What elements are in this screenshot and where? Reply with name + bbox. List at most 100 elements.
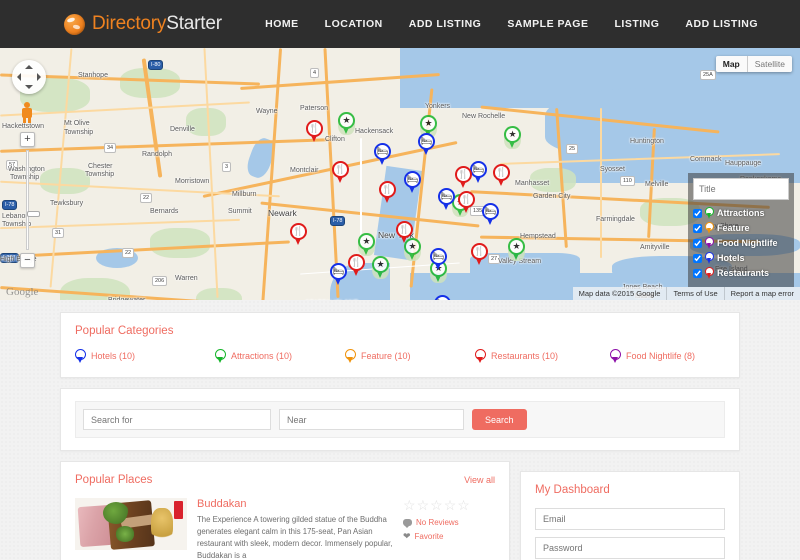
street-view-pegman-icon[interactable] — [20, 102, 34, 124]
rating-stars[interactable]: ☆ ☆ ☆ ☆ ☆ — [403, 498, 495, 512]
legend-checkbox[interactable] — [693, 238, 702, 248]
hotel-marker-icon[interactable]: 🛏 — [482, 203, 499, 226]
reviews-row[interactable]: No Reviews — [403, 518, 495, 528]
place-meta: ☆ ☆ ☆ ☆ ☆ No Reviews ❤ Favorite — [403, 498, 495, 560]
category-item-attractions[interactable]: Attractions (10) — [215, 349, 345, 363]
pan-right-icon[interactable] — [37, 73, 41, 81]
category-item-food-nightlife[interactable]: Food Nightlife (8) — [610, 349, 695, 363]
hotel-marker-icon[interactable]: 🛏 — [330, 263, 347, 286]
attraction-marker-icon[interactable]: ★ — [338, 112, 355, 135]
restaurant-marker-icon[interactable]: 🍴 — [458, 191, 475, 214]
map-pan-control[interactable] — [12, 60, 46, 94]
place-title[interactable]: Buddakan — [197, 498, 393, 510]
zoom-out-button[interactable]: − — [20, 253, 35, 268]
map-type-map-button[interactable]: Map — [715, 56, 747, 72]
restaurant-marker-icon[interactable]: 🍴 — [332, 161, 349, 184]
hotel-pin-icon — [705, 252, 714, 264]
attraction-marker-icon[interactable]: ★ — [372, 256, 389, 279]
legend-row-feature[interactable]: Feature — [693, 222, 789, 234]
email-field[interactable] — [535, 508, 725, 530]
password-field[interactable] — [535, 537, 725, 559]
map-label: Melville — [645, 181, 669, 188]
restaurant-marker-icon[interactable]: 🍴 — [471, 243, 488, 266]
legend-row-hotels[interactable]: Hotels — [693, 252, 789, 264]
zoom-slider-track[interactable] — [26, 150, 40, 250]
rating-star[interactable]: ☆ — [403, 498, 416, 512]
legend-checkbox[interactable] — [693, 208, 702, 218]
map-label: Hackensack — [355, 128, 394, 135]
restaurant-marker-icon[interactable]: 🍴 — [493, 164, 510, 187]
terms-of-use-link[interactable]: Terms of Use — [666, 287, 723, 300]
nav-item-location[interactable]: LOCATION — [325, 18, 383, 30]
nav-item-add-listing-2[interactable]: ADD LISTING — [685, 18, 758, 30]
category-list: Hotels (10) Attractions (10) Feature (10) R… — [75, 349, 725, 363]
map-type-satellite-button[interactable]: Satellite — [746, 56, 792, 72]
place-thumbnail[interactable] — [75, 498, 187, 550]
favorite-row[interactable]: ❤ Favorite — [403, 531, 495, 542]
report-map-error-link[interactable]: Report a map error — [723, 287, 800, 300]
map-label: Yonkers — [425, 103, 451, 110]
legend-title-input[interactable] — [693, 178, 789, 200]
legend-row-restaurants[interactable]: Restaurants — [693, 267, 789, 279]
popular-places-panel: Popular Places View all Buddakan The Exp… — [60, 461, 510, 560]
attraction-marker-icon[interactable]: ★ — [508, 238, 525, 261]
hotel-marker-icon[interactable]: 🛏 — [418, 133, 435, 156]
my-dashboard-title: My Dashboard — [535, 484, 610, 496]
site-logo[interactable]: DirectoryStarter — [64, 13, 222, 35]
legend-label: Food Nightlife — [717, 238, 778, 248]
hotel-marker-icon[interactable]: 🛏 — [374, 143, 391, 166]
legend-row-attractions[interactable]: Attractions — [693, 207, 789, 219]
legend-row-food-nightlife[interactable]: Food Nightlife — [693, 237, 789, 249]
map-label: Hauppauge — [725, 160, 762, 167]
zoom-in-button[interactable]: + — [20, 132, 35, 147]
pan-left-icon[interactable] — [17, 73, 21, 81]
rating-star[interactable]: ☆ — [417, 498, 430, 512]
view-all-link[interactable]: View all — [464, 475, 495, 485]
nav-item-add-listing[interactable]: ADD LISTING — [409, 18, 482, 30]
zoom-slider-thumb[interactable] — [27, 211, 40, 217]
restaurant-marker-icon[interactable]: 🍴 — [348, 254, 365, 277]
legend-checkbox[interactable] — [693, 223, 702, 233]
search-near-input[interactable] — [279, 409, 464, 430]
category-label: Food Nightlife (8) — [626, 351, 696, 361]
reviews-label: No Reviews — [416, 518, 459, 527]
search-for-input[interactable] — [83, 409, 271, 430]
hotel-marker-icon[interactable]: 🛏 — [470, 161, 487, 184]
restaurant-marker-icon[interactable]: 🍴 — [290, 223, 307, 246]
legend-label: Attractions — [717, 208, 765, 218]
legend-checkbox[interactable] — [693, 268, 702, 278]
map-label: Mt Olive — [64, 120, 90, 127]
category-item-restaurants[interactable]: Restaurants (10) — [475, 349, 610, 363]
map-footer: Map data ©2015 Google Terms of Use Repor… — [572, 287, 800, 300]
map-label: Montclair — [290, 167, 319, 174]
category-item-feature[interactable]: Feature (10) — [345, 349, 475, 363]
search-button[interactable]: Search — [472, 409, 527, 430]
heart-icon: ❤ — [403, 531, 411, 541]
globe-icon — [64, 13, 85, 35]
map-zoom-control[interactable]: + − — [20, 132, 40, 268]
logo-primary: Directory — [92, 13, 167, 34]
rating-star[interactable]: ☆ — [430, 498, 443, 512]
nav-item-listing[interactable]: LISTING — [614, 18, 659, 30]
legend-checkbox[interactable] — [693, 253, 702, 263]
hotel-marker-icon[interactable]: 🛏 — [404, 171, 421, 194]
restaurant-marker-icon[interactable]: 🍴 — [306, 120, 323, 143]
nav-item-home[interactable]: HOME — [265, 18, 299, 30]
rating-star[interactable]: ☆ — [444, 498, 457, 512]
category-item-hotels[interactable]: Hotels (10) — [75, 349, 215, 363]
hotel-marker-icon[interactable]: 🛏 — [434, 295, 451, 300]
restaurant-marker-icon[interactable]: 🍴 — [379, 181, 396, 204]
map-type-control[interactable]: Map Satellite — [715, 56, 792, 72]
restaurant-marker-icon[interactable]: 🍴 — [455, 166, 472, 189]
attraction-marker-icon[interactable]: ★ — [504, 126, 521, 149]
pan-down-icon[interactable] — [25, 85, 33, 89]
map-data-copyright: Map data ©2015 Google — [578, 289, 661, 298]
pan-up-icon[interactable] — [25, 65, 33, 69]
map-canvas[interactable]: I-80 34 57 22 31 22 206 I-78 I-287 4 3 I… — [0, 48, 800, 300]
rating-star[interactable]: ☆ — [457, 498, 470, 512]
category-label: Attractions (10) — [231, 351, 293, 361]
nav-item-sample-page[interactable]: SAMPLE PAGE — [507, 18, 588, 30]
attraction-marker-icon[interactable]: ★ — [358, 233, 375, 256]
map-label: Bridgewater — [108, 297, 145, 300]
map-label: Amityville — [640, 244, 670, 251]
